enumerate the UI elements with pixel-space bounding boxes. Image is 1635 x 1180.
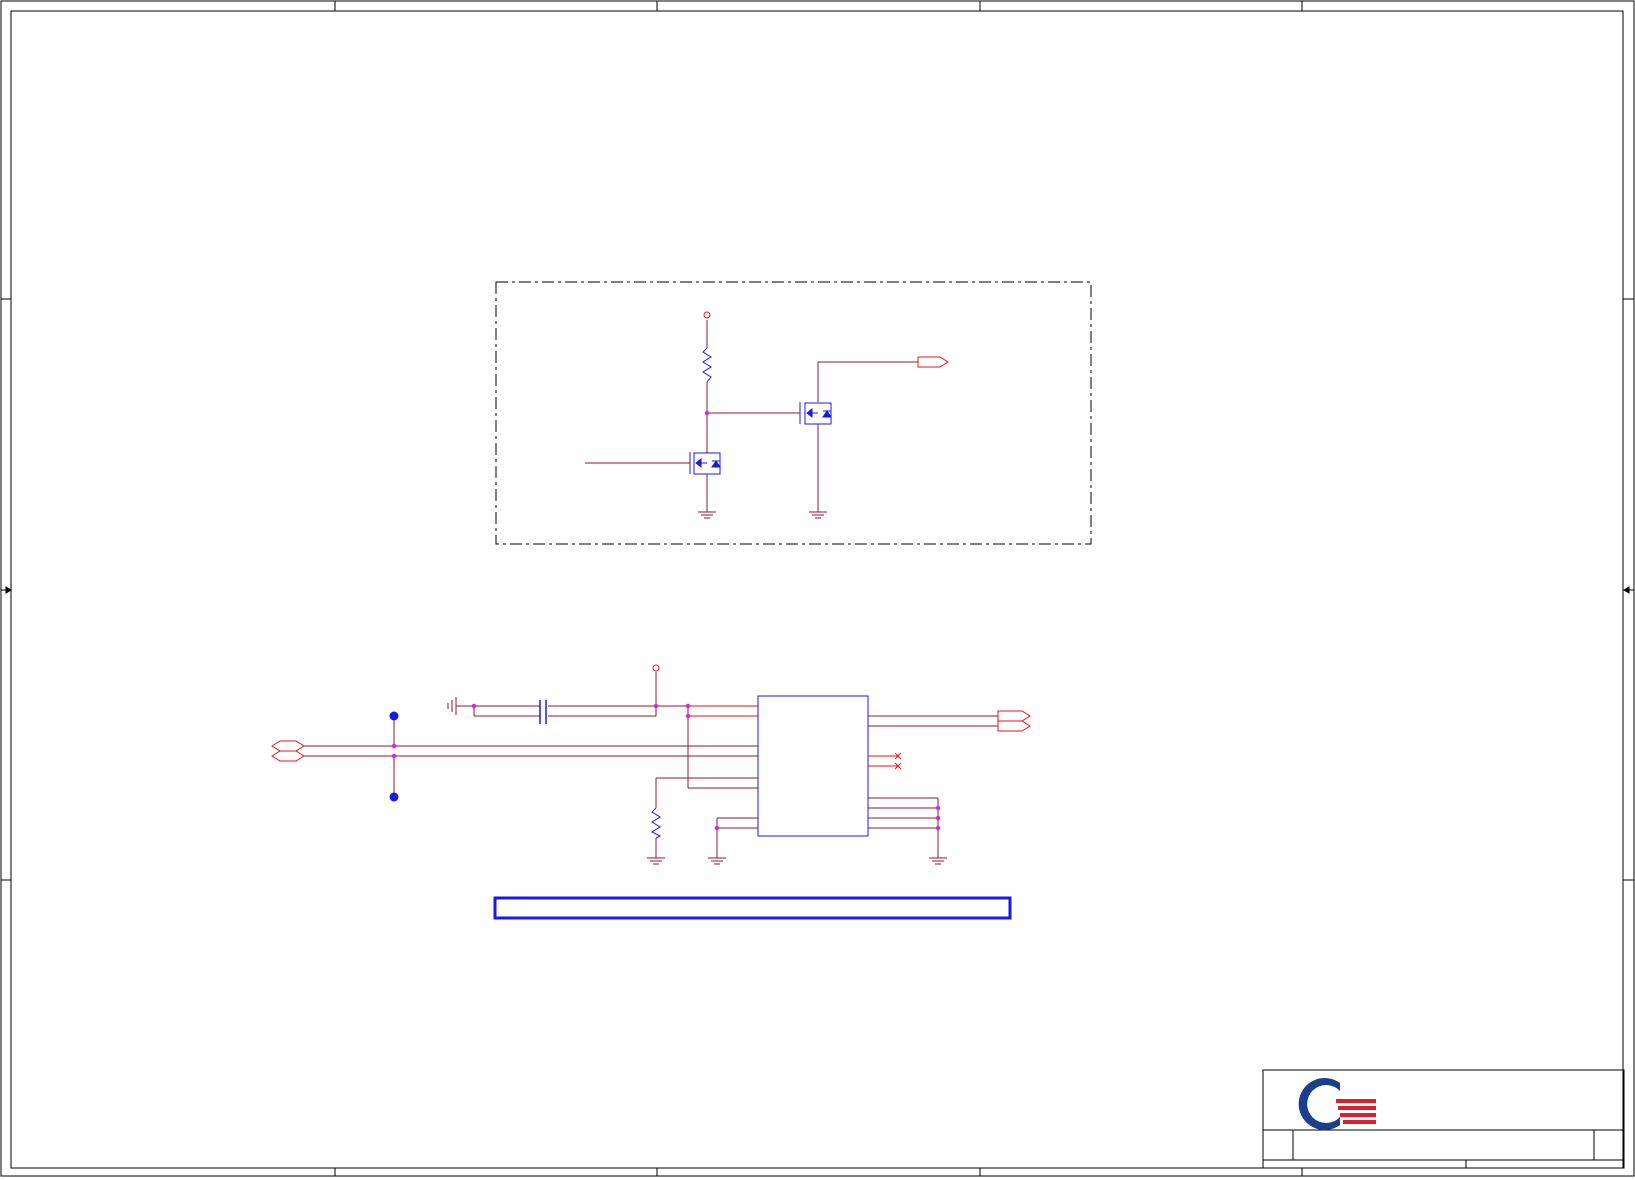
center-arrow-left bbox=[1, 586, 12, 594]
capacitor-lower bbox=[539, 700, 547, 724]
ground-symbol-resistor bbox=[647, 857, 665, 865]
junctions-lower bbox=[391, 703, 941, 831]
test-point-bottom bbox=[389, 792, 399, 802]
resistor-upper bbox=[702, 347, 712, 383]
ground-symbol-cap bbox=[447, 697, 457, 715]
center-arrow-right bbox=[1623, 586, 1634, 594]
mosfet-q2 bbox=[799, 402, 832, 425]
ground-symbol-ic-left bbox=[708, 857, 726, 865]
resistor-lower bbox=[650, 807, 662, 839]
junction-upper-node bbox=[704, 410, 710, 416]
ground-symbol-q2 bbox=[809, 511, 827, 519]
upper-wires bbox=[585, 320, 918, 512]
sheet-frame bbox=[0, 0, 1635, 1177]
ic-pin-stubs bbox=[688, 705, 898, 767]
no-connect-marks bbox=[894, 752, 902, 770]
note-box bbox=[493, 896, 1012, 920]
ground-symbol-ic-right bbox=[929, 857, 947, 865]
diff-output-port bbox=[997, 710, 1031, 732]
ground-symbol-q1 bbox=[698, 511, 716, 519]
schematic-sheet bbox=[0, 0, 1635, 1177]
quanta-logo bbox=[1298, 1078, 1376, 1130]
power-pin-upper bbox=[703, 311, 711, 319]
mosfet-q1 bbox=[689, 452, 721, 475]
ic-body bbox=[757, 695, 869, 837]
test-point-top bbox=[389, 711, 399, 721]
lower-wires bbox=[304, 672, 998, 858]
diff-input-port bbox=[271, 740, 305, 762]
output-port-upper bbox=[917, 356, 949, 368]
power-pin-lower bbox=[652, 664, 660, 672]
